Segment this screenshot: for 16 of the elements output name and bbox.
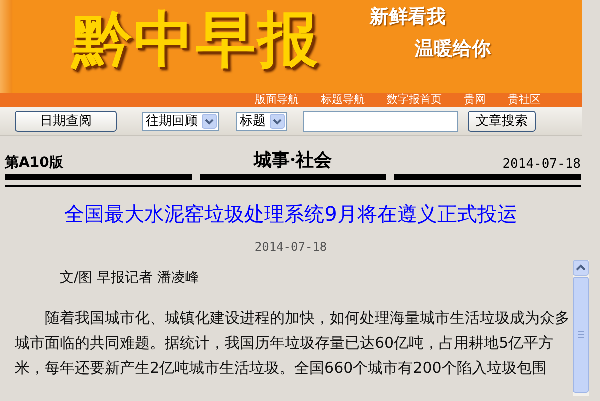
- article-title[interactable]: 全国最大水泥窑垃圾处理系统9月将在遵义正式投运: [0, 201, 582, 227]
- article-paragraph: 随着我国城市化、城镇化建设进程的加快，如何处理海量城市生活垃圾成为众多城市面临的共同难题。据统计，我国历年垃圾存量已达60亿吨，占用耕地5亿平方米，每年还要新产生2亿吨城市生活垃圾。全国660个城市有200个陷入垃圾包围: [15, 308, 571, 379]
- search-button[interactable]: 文章搜索: [468, 110, 536, 132]
- article-date: 2014-07-18: [254, 240, 328, 254]
- field-select[interactable]: 标题: [236, 112, 287, 130]
- slogan: 温暖给你: [415, 37, 491, 62]
- archive-select[interactable]: 往期回顾: [142, 112, 219, 130]
- byline: 文/图 早报记者 潘凌峰: [60, 269, 201, 288]
- section-name: 城事·社会: [254, 149, 332, 172]
- page-number: 第A10版: [5, 154, 64, 172]
- slogan: 新鲜看我: [370, 5, 447, 30]
- newspaper-logo: 黔中早报: [72, 4, 320, 76]
- search-field[interactable]: [303, 110, 458, 132]
- scrollbar[interactable]: [573, 260, 589, 396]
- issue-date: 2014-07-18: [502, 157, 581, 172]
- date-lookup-button[interactable]: 日期查阅: [15, 110, 117, 132]
